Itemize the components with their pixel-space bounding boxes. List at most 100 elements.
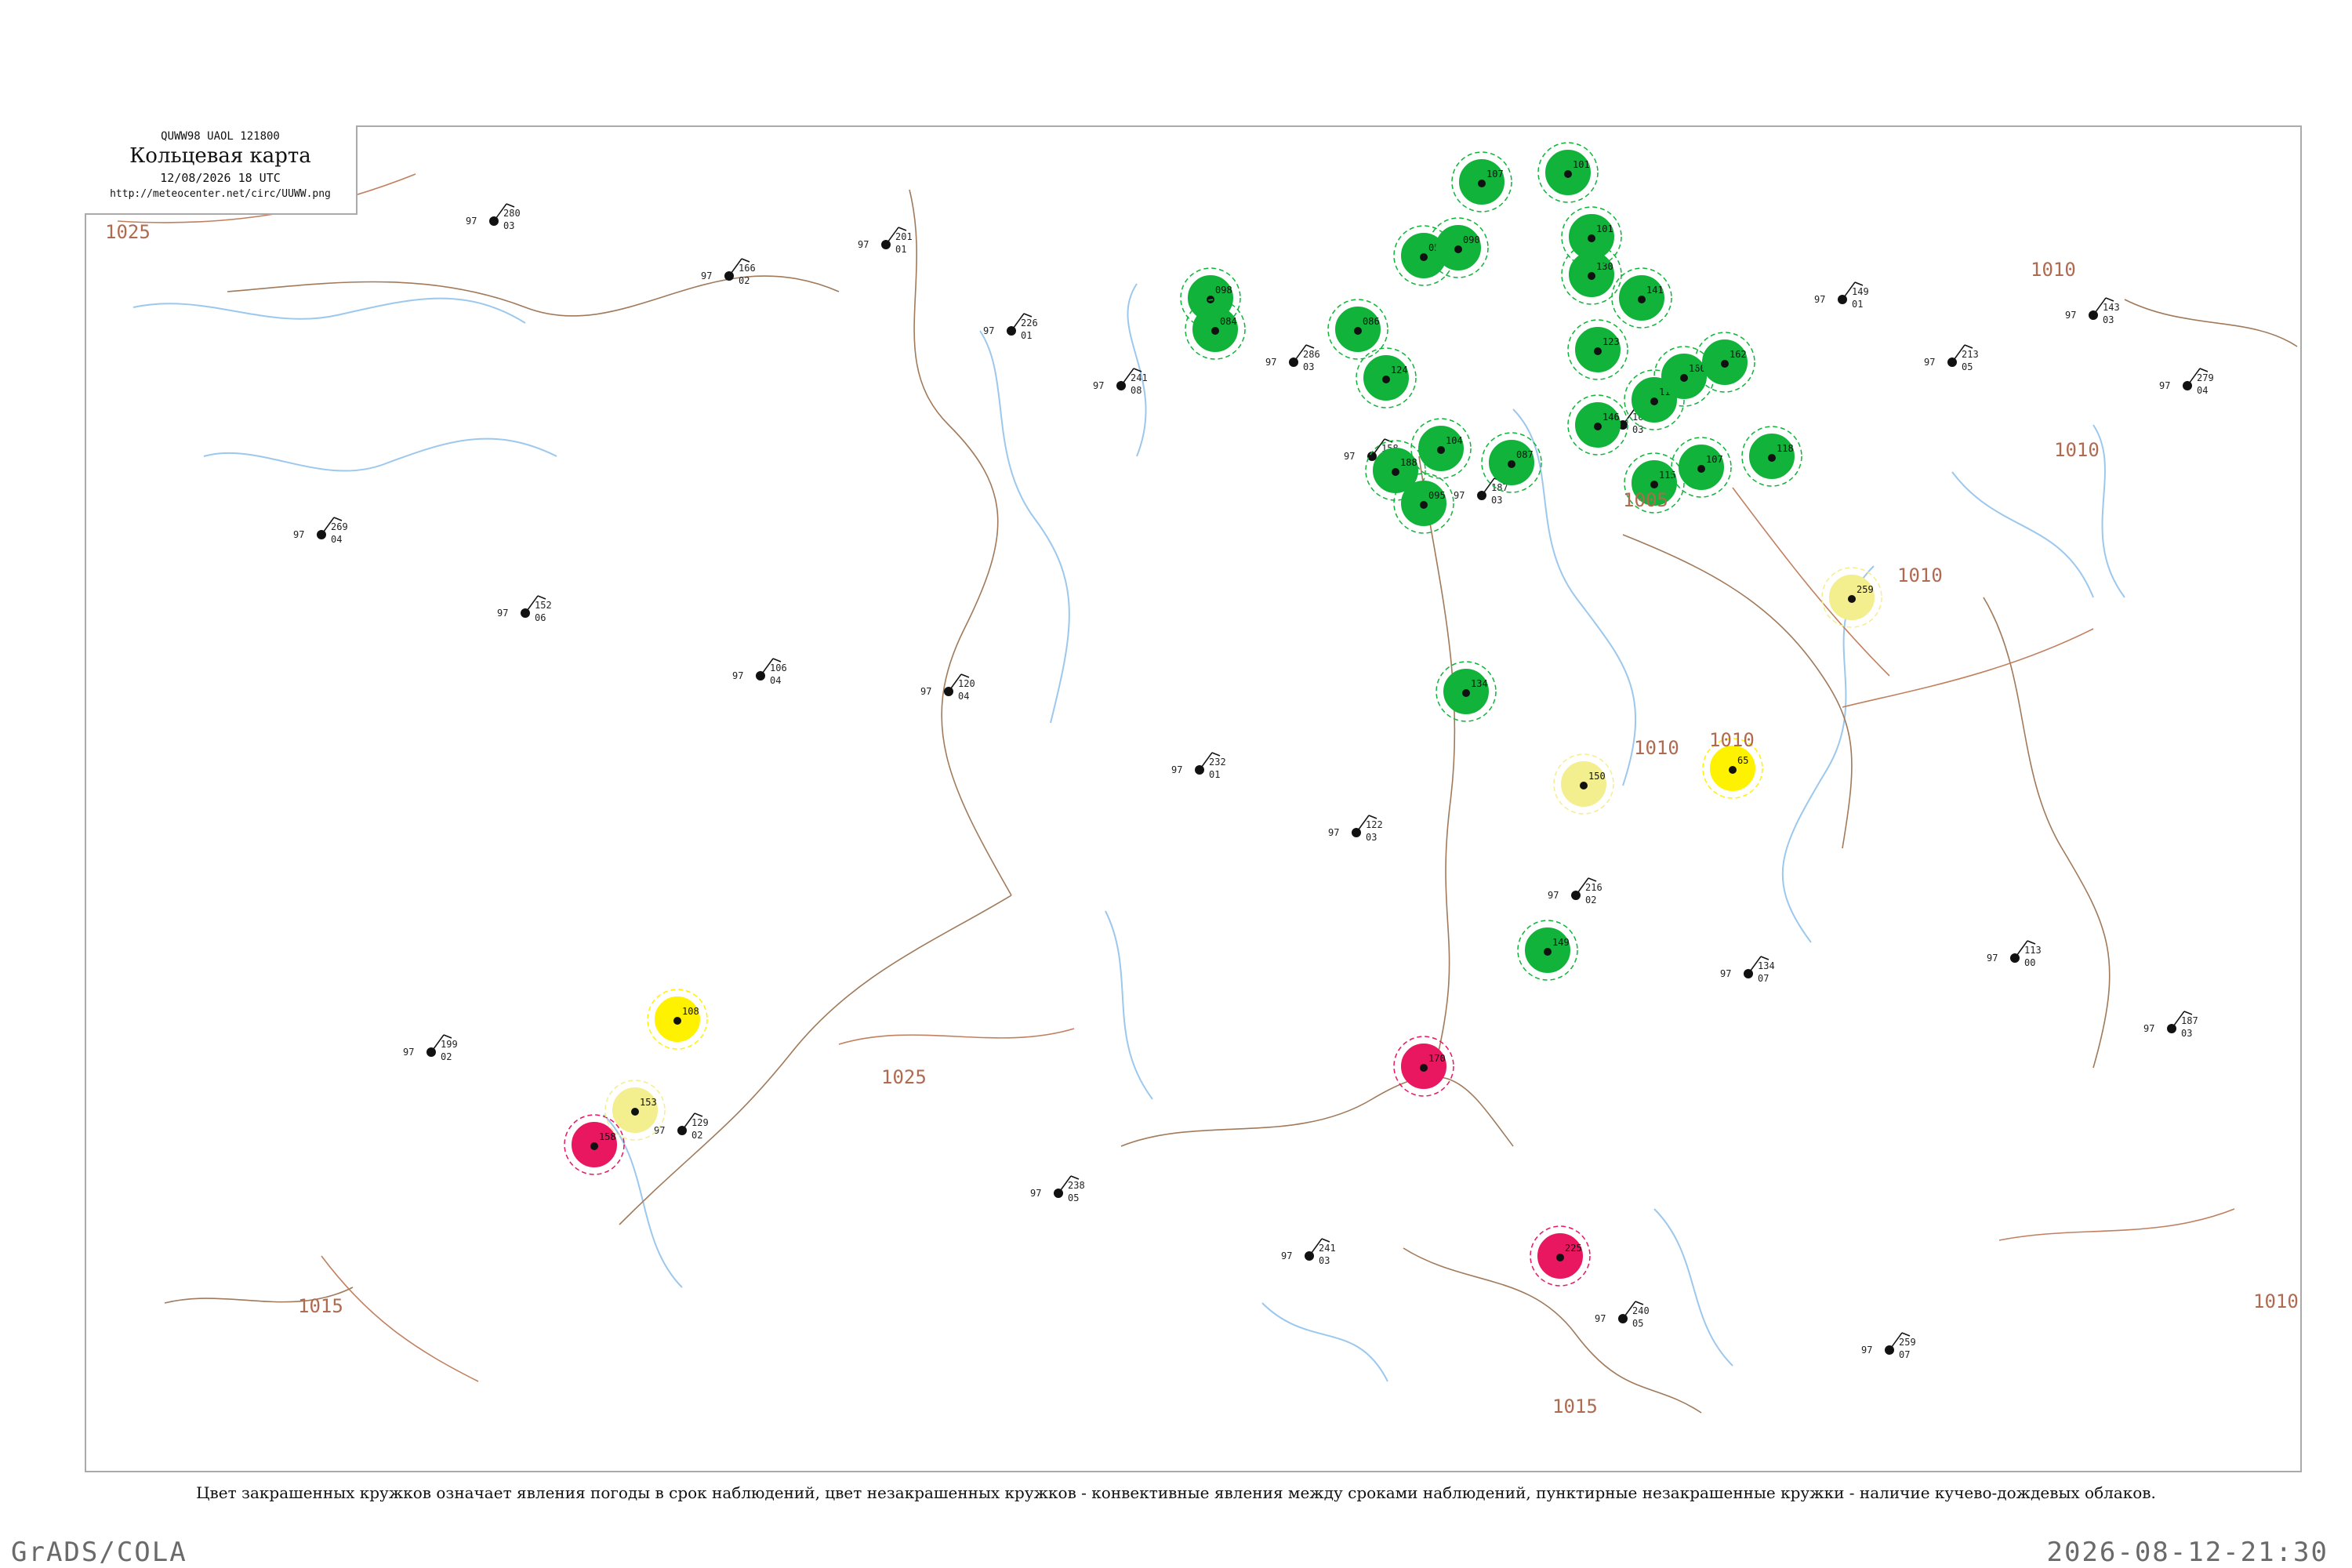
station-tendency: 05	[1962, 361, 1973, 372]
station-tendency: 03	[2103, 314, 2114, 325]
station-temp: 97	[1814, 294, 1825, 305]
station-tendency: 06	[535, 612, 546, 623]
station-temp: 97	[732, 670, 743, 681]
station-value: 199	[441, 1039, 458, 1050]
weather-circle-label: 104	[1446, 435, 1463, 446]
station-tendency: 01	[895, 244, 906, 255]
station-plot: 106 04 97	[732, 658, 787, 686]
station-value: 216	[1585, 882, 1602, 893]
weather-circle-label: 65	[1737, 755, 1748, 766]
borders	[164, 189, 2298, 1414]
station-temp: 97	[1344, 451, 1355, 462]
weather-circle-label: 087	[1516, 449, 1534, 460]
station-tendency: 01	[1021, 330, 1032, 341]
station-temp: 97	[2143, 1023, 2154, 1034]
station-value: 241	[1131, 372, 1148, 383]
isobar-label: 1005	[1623, 489, 1668, 511]
station-value: 240	[1632, 1305, 1650, 1316]
weather-circle-label: 153	[640, 1097, 657, 1108]
station-plot: 15206 97	[497, 595, 552, 623]
weather-circle: 146	[1567, 394, 1628, 456]
weather-circle-label: 170	[1428, 1053, 1446, 1064]
station-temp: 97	[1861, 1345, 1872, 1356]
weather-circles: 1071010980840950871231041301410861010530…	[564, 142, 1882, 1287]
station-tendency: 02	[691, 1130, 702, 1141]
station-plot: 14303 97	[2065, 297, 2120, 325]
isobar-label: 1010	[1634, 737, 1679, 759]
station-temp: 97	[1924, 357, 1935, 368]
station-tendency: 03	[1491, 495, 1502, 506]
isobar-label: 1025	[881, 1066, 927, 1088]
station-tendency: 03	[1632, 424, 1643, 435]
station-temp: 97	[1281, 1250, 1292, 1261]
station-value: 134	[1758, 960, 1775, 971]
isobar-label: 1010	[1709, 729, 1755, 751]
station-temp: 97	[2159, 380, 2170, 391]
station-plot: 1290297	[654, 1112, 709, 1141]
weather-circle: 149	[1517, 920, 1578, 981]
station-plot: 19902 97	[403, 1034, 458, 1062]
station-value: 286	[1303, 349, 1320, 360]
station-value: 166	[739, 263, 756, 274]
station-plot: 122 03 97	[1328, 815, 1383, 843]
station-tendency: 08	[1131, 385, 1142, 396]
isobar-label: 1025	[105, 221, 151, 243]
station-tendency: 01	[1209, 769, 1220, 780]
isobar-label: 1010	[2054, 439, 2100, 461]
station-tendency: 03	[1319, 1255, 1330, 1266]
station-value: 201	[895, 231, 913, 242]
station-tendency: 03	[2181, 1028, 2192, 1039]
weather-circle: 150	[1553, 753, 1614, 815]
weather-circle: 101	[1561, 206, 1622, 267]
map-url[interactable]: http://meteocenter.net/circ/UUWW.png	[85, 188, 356, 200]
legend-footnote: Цвет закрашенных кружков означает явлени…	[196, 1483, 2156, 1502]
station-plot: 1870397	[2143, 1011, 2198, 1039]
station-value: 143	[2103, 302, 2120, 313]
station-tendency: 04	[2197, 385, 2208, 396]
footer-credit: GrADS/COLA	[11, 1537, 187, 1568]
station-value: 213	[1962, 349, 1979, 360]
weather-circle: 158	[564, 1114, 625, 1175]
map-title: Кольцевая карта	[129, 144, 311, 168]
weather-circle-label: 090	[1463, 234, 1480, 245]
station-temp: 97	[701, 270, 712, 281]
station-value: 106	[770, 662, 787, 673]
weather-circle-label: 084	[1220, 316, 1237, 327]
station-plot: 21305 97	[1924, 344, 1979, 372]
weather-circle: 086	[1327, 299, 1388, 360]
station-value: 241	[1319, 1243, 1336, 1254]
station-temp: 97	[1093, 380, 1104, 391]
weather-circle: 225	[1530, 1225, 1591, 1287]
station-plot: 28603 97	[1265, 344, 1320, 372]
weather-circle-label: 101	[1573, 159, 1590, 170]
station-tendency: 04	[770, 675, 781, 686]
station-temp: 97	[2065, 310, 2076, 321]
station-plot: 134 07 97	[1720, 956, 1775, 984]
station-temp: 97	[497, 608, 508, 619]
station-plot: 226 01 97	[983, 313, 1038, 341]
station-value: 259	[1899, 1337, 1916, 1348]
station-temp: 97	[1171, 764, 1182, 775]
map-canvas: 1740697280039716602972010197226019724108…	[105, 142, 2299, 1417]
weather-circle: 108	[647, 989, 708, 1050]
station-value: 152	[535, 600, 552, 611]
isobar-label: 1015	[298, 1295, 343, 1317]
station-plots: 1740697280039716602972010197226019724108…	[285, 172, 2214, 1360]
isobar-label: 1010	[2031, 259, 2076, 281]
station-plot: 1870397	[1454, 477, 1508, 506]
station-tendency: 05	[1068, 1192, 1079, 1203]
station-value: 226	[1021, 318, 1038, 328]
map-date: 12/08/2026 18 UTC	[160, 171, 281, 185]
weather-circle: 104	[1410, 418, 1472, 479]
station-value: 232	[1209, 757, 1226, 768]
isobar-label: 1010	[2253, 1290, 2299, 1312]
weather-circle-label: 162	[1730, 349, 1747, 360]
station-temp: 97	[1595, 1313, 1606, 1324]
weather-circle: 107	[1671, 437, 1732, 498]
station-value: 129	[691, 1117, 709, 1128]
station-value: 122	[1366, 819, 1383, 830]
station-temp: 97	[293, 529, 304, 540]
station-plot: 11300 97	[1987, 940, 2042, 968]
weather-circle: 107	[1451, 151, 1512, 212]
station-value: 269	[331, 521, 348, 532]
